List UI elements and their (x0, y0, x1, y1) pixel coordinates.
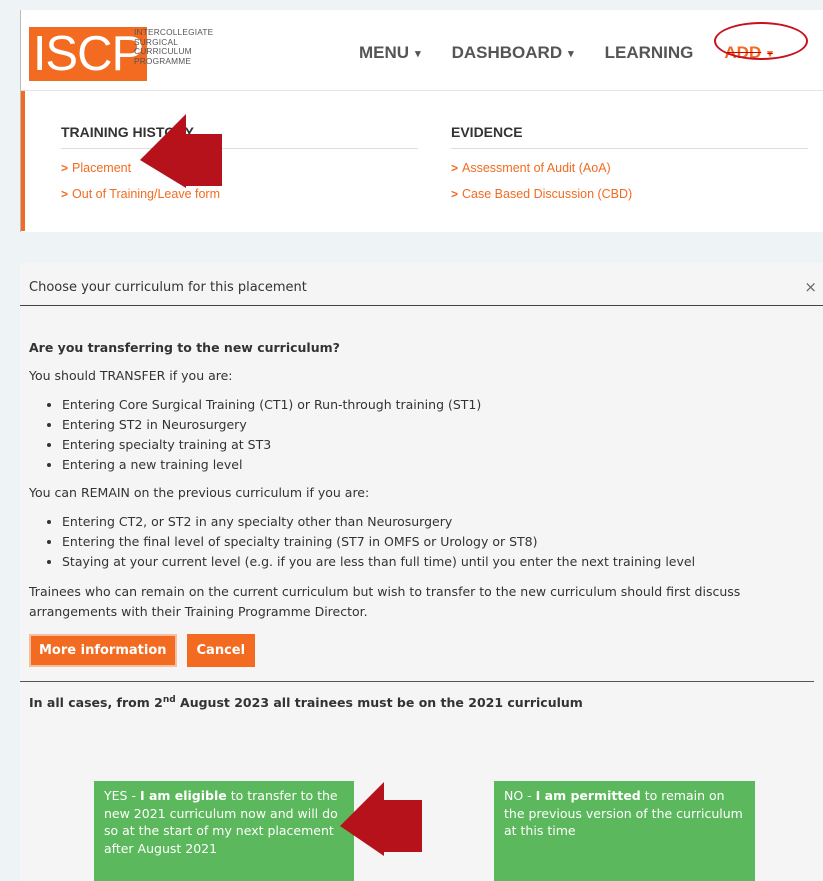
question-heading: Are you transferring to the new curricul… (29, 340, 340, 355)
nav-menu[interactable]: MENU ▾ (359, 43, 421, 63)
chevron-right-icon: > (61, 187, 69, 201)
nav-learning[interactable]: LEARNING (605, 43, 694, 63)
annotation-arrow-icon (140, 114, 222, 188)
dialog-buttons: More information Cancel (29, 634, 814, 667)
nav-dashboard-label: DASHBOARD (451, 43, 563, 62)
no-remain-button[interactable]: NO - I am permitted to remain on the pre… (494, 781, 755, 881)
list-item: Entering Core Surgical Training (CT1) or… (62, 397, 814, 412)
yes-bold: I am eligible (139, 788, 227, 803)
list-item: Entering a new training level (62, 457, 814, 472)
aoa-link-label: Assessment of Audit (AoA) (462, 161, 611, 175)
dialog-header: Choose your curriculum for this placemen… (20, 263, 823, 306)
nav-dashboard[interactable]: DASHBOARD ▾ (452, 43, 574, 63)
list-item: Entering specialty training at ST3 (62, 437, 814, 452)
divider (20, 681, 814, 682)
chevron-right-icon: > (61, 161, 69, 175)
aoa-link[interactable]: > Assessment of Audit (AoA) (451, 161, 808, 175)
yes-transfer-button[interactable]: YES - I am eligible to transfer to the n… (94, 781, 354, 881)
all-cases-sup: nd (162, 695, 176, 705)
evidence-heading: EVIDENCE (451, 124, 808, 149)
all-cases-notice: In all cases, from 2nd August 2023 all t… (29, 695, 814, 710)
out-of-training-link-label: Out of Training/Leave form (72, 187, 221, 201)
annotation-arrow-icon (340, 782, 422, 856)
more-information-button[interactable]: More information (29, 634, 177, 667)
transfer-list: Entering Core Surgical Training (CT1) or… (29, 397, 814, 472)
chevron-right-icon: > (451, 161, 459, 175)
caret-down-icon: ▾ (568, 47, 574, 60)
remain-intro: You can REMAIN on the previous curriculu… (29, 485, 370, 500)
evidence-column: EVIDENCE > Assessment of Audit (AoA) > Cas… (451, 124, 808, 201)
menu-accent-bar (21, 91, 25, 231)
training-history-column: TRAINING HISTORY > Placement > Out of Trai… (61, 124, 418, 201)
list-item: Entering the final level of specialty tr… (62, 534, 814, 549)
list-item: Entering ST2 in Neurosurgery (62, 417, 814, 432)
placement-link[interactable]: > Placement (61, 161, 418, 175)
remain-list: Entering CT2, or ST2 in any specialty ot… (29, 514, 814, 569)
dialog-body: Are you transferring to the new curricul… (20, 340, 823, 710)
cancel-button[interactable]: Cancel (186, 634, 256, 667)
nav-learning-label: LEARNING (604, 43, 694, 62)
logo-line: PROGRAMME (134, 55, 192, 66)
iscp-logo[interactable]: ISCP (29, 27, 147, 81)
no-pre: NO - (504, 788, 536, 803)
highlight-ellipse (714, 22, 808, 60)
dialog-title: Choose your curriculum for this placemen… (29, 280, 307, 295)
no-bold: I am permitted (535, 788, 641, 803)
caret-down-icon: ▾ (415, 47, 421, 60)
placement-link-label: Placement (72, 161, 132, 175)
chevron-right-icon: > (451, 187, 459, 201)
close-icon[interactable]: × (804, 263, 817, 312)
out-of-training-link[interactable]: > Out of Training/Leave form (61, 187, 418, 201)
list-item: Entering CT2, or ST2 in any specialty ot… (62, 514, 814, 529)
cbd-link[interactable]: > Case Based Discussion (CBD) (451, 187, 808, 201)
nav-menu-label: MENU (359, 43, 410, 62)
trainees-note: Trainees who can remain on the current c… (29, 584, 741, 619)
curriculum-choices: YES - I am eligible to transfer to the n… (94, 781, 761, 881)
logo-subtitle: INTERCOLLEGIATE SURGICAL CURRICULUM PROG… (134, 27, 244, 66)
all-cases-post: August 2023 all trainees must be on the … (175, 695, 583, 711)
all-cases-pre: In all cases, from 2 (29, 695, 163, 711)
training-history-heading: TRAINING HISTORY (61, 124, 418, 149)
transfer-intro: You should TRANSFER if you are: (29, 368, 233, 383)
cbd-link-label: Case Based Discussion (CBD) (462, 187, 633, 201)
list-item: Staying at your current level (e.g. if y… (62, 554, 814, 569)
yes-pre: YES - (104, 788, 140, 803)
